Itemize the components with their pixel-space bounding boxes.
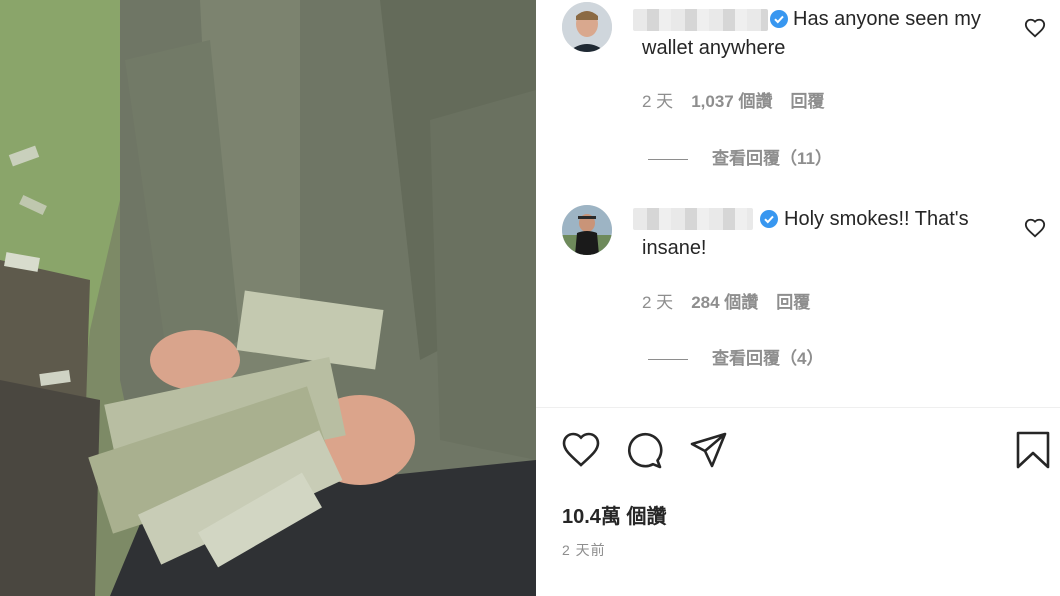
view-replies-button[interactable]: 查看回覆（11） <box>648 144 832 169</box>
comment-text: Holy smokes!! That's insane! <box>642 208 969 259</box>
photo-illustration <box>0 0 536 596</box>
avatar[interactable] <box>562 2 612 52</box>
comment-meta: 2 天 1,037 個讚 回覆 <box>642 87 842 112</box>
comment-likes[interactable]: 284 個讚 <box>691 293 758 312</box>
view-replies-label: 查看回覆（11） <box>712 149 832 168</box>
view-replies-button[interactable]: 查看回覆（4） <box>648 344 823 369</box>
post-likes-count[interactable]: 10.4萬 個讚 <box>562 500 666 529</box>
reply-button[interactable]: 回覆 <box>776 293 810 312</box>
post-timestamp[interactable]: 2 天前 <box>562 540 606 560</box>
comment-age: 2 天 <box>642 293 674 312</box>
comment-meta: 2 天 284 個讚 回覆 <box>642 288 828 313</box>
replies-dash <box>648 159 688 161</box>
avatar[interactable] <box>562 205 612 255</box>
comment-age: 2 天 <box>642 92 674 111</box>
replies-dash <box>648 359 688 361</box>
share-icon[interactable] <box>688 429 730 471</box>
view-replies-label: 查看回覆（4） <box>712 349 824 368</box>
comment-icon[interactable] <box>624 429 666 471</box>
divider <box>536 407 1060 408</box>
like-comment-icon[interactable] <box>1024 217 1046 239</box>
comment-likes[interactable]: 1,037 個讚 <box>691 92 772 111</box>
comment-text: Has anyone seen my wallet anywhere <box>642 8 981 59</box>
reply-button[interactable]: 回覆 <box>790 92 824 111</box>
bookmark-icon[interactable] <box>1012 429 1054 471</box>
comments-panel: Has anyone seen my wallet anywhere 2 天 1,… <box>536 0 1060 596</box>
heart-icon[interactable] <box>560 429 602 471</box>
post-photo <box>0 0 536 596</box>
like-comment-icon[interactable] <box>1024 17 1046 39</box>
